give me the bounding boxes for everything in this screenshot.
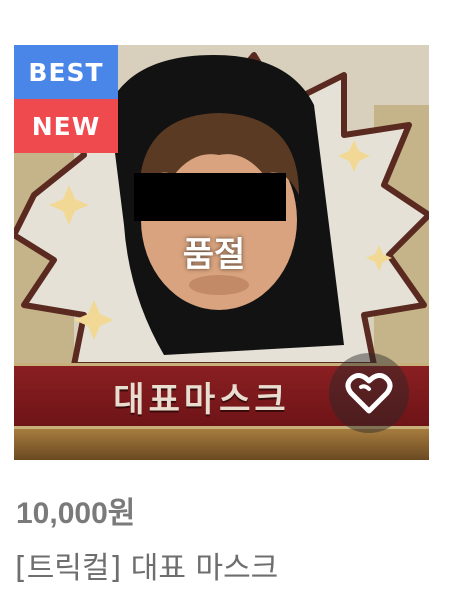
wishlist-button[interactable]	[329, 353, 409, 433]
censor-bar	[134, 173, 286, 221]
heart-outline-icon	[345, 373, 393, 414]
new-badge: NEW	[14, 99, 118, 153]
product-name[interactable]: [트릭컬] 대표 마스크	[15, 543, 278, 587]
product-image[interactable]: 품절 BEST NEW 대표마스크	[14, 45, 429, 460]
sold-out-label: 품절	[182, 235, 246, 275]
decorative-strip	[14, 429, 429, 460]
product-price: 10,000원	[16, 497, 136, 530]
best-badge: BEST	[14, 45, 118, 99]
